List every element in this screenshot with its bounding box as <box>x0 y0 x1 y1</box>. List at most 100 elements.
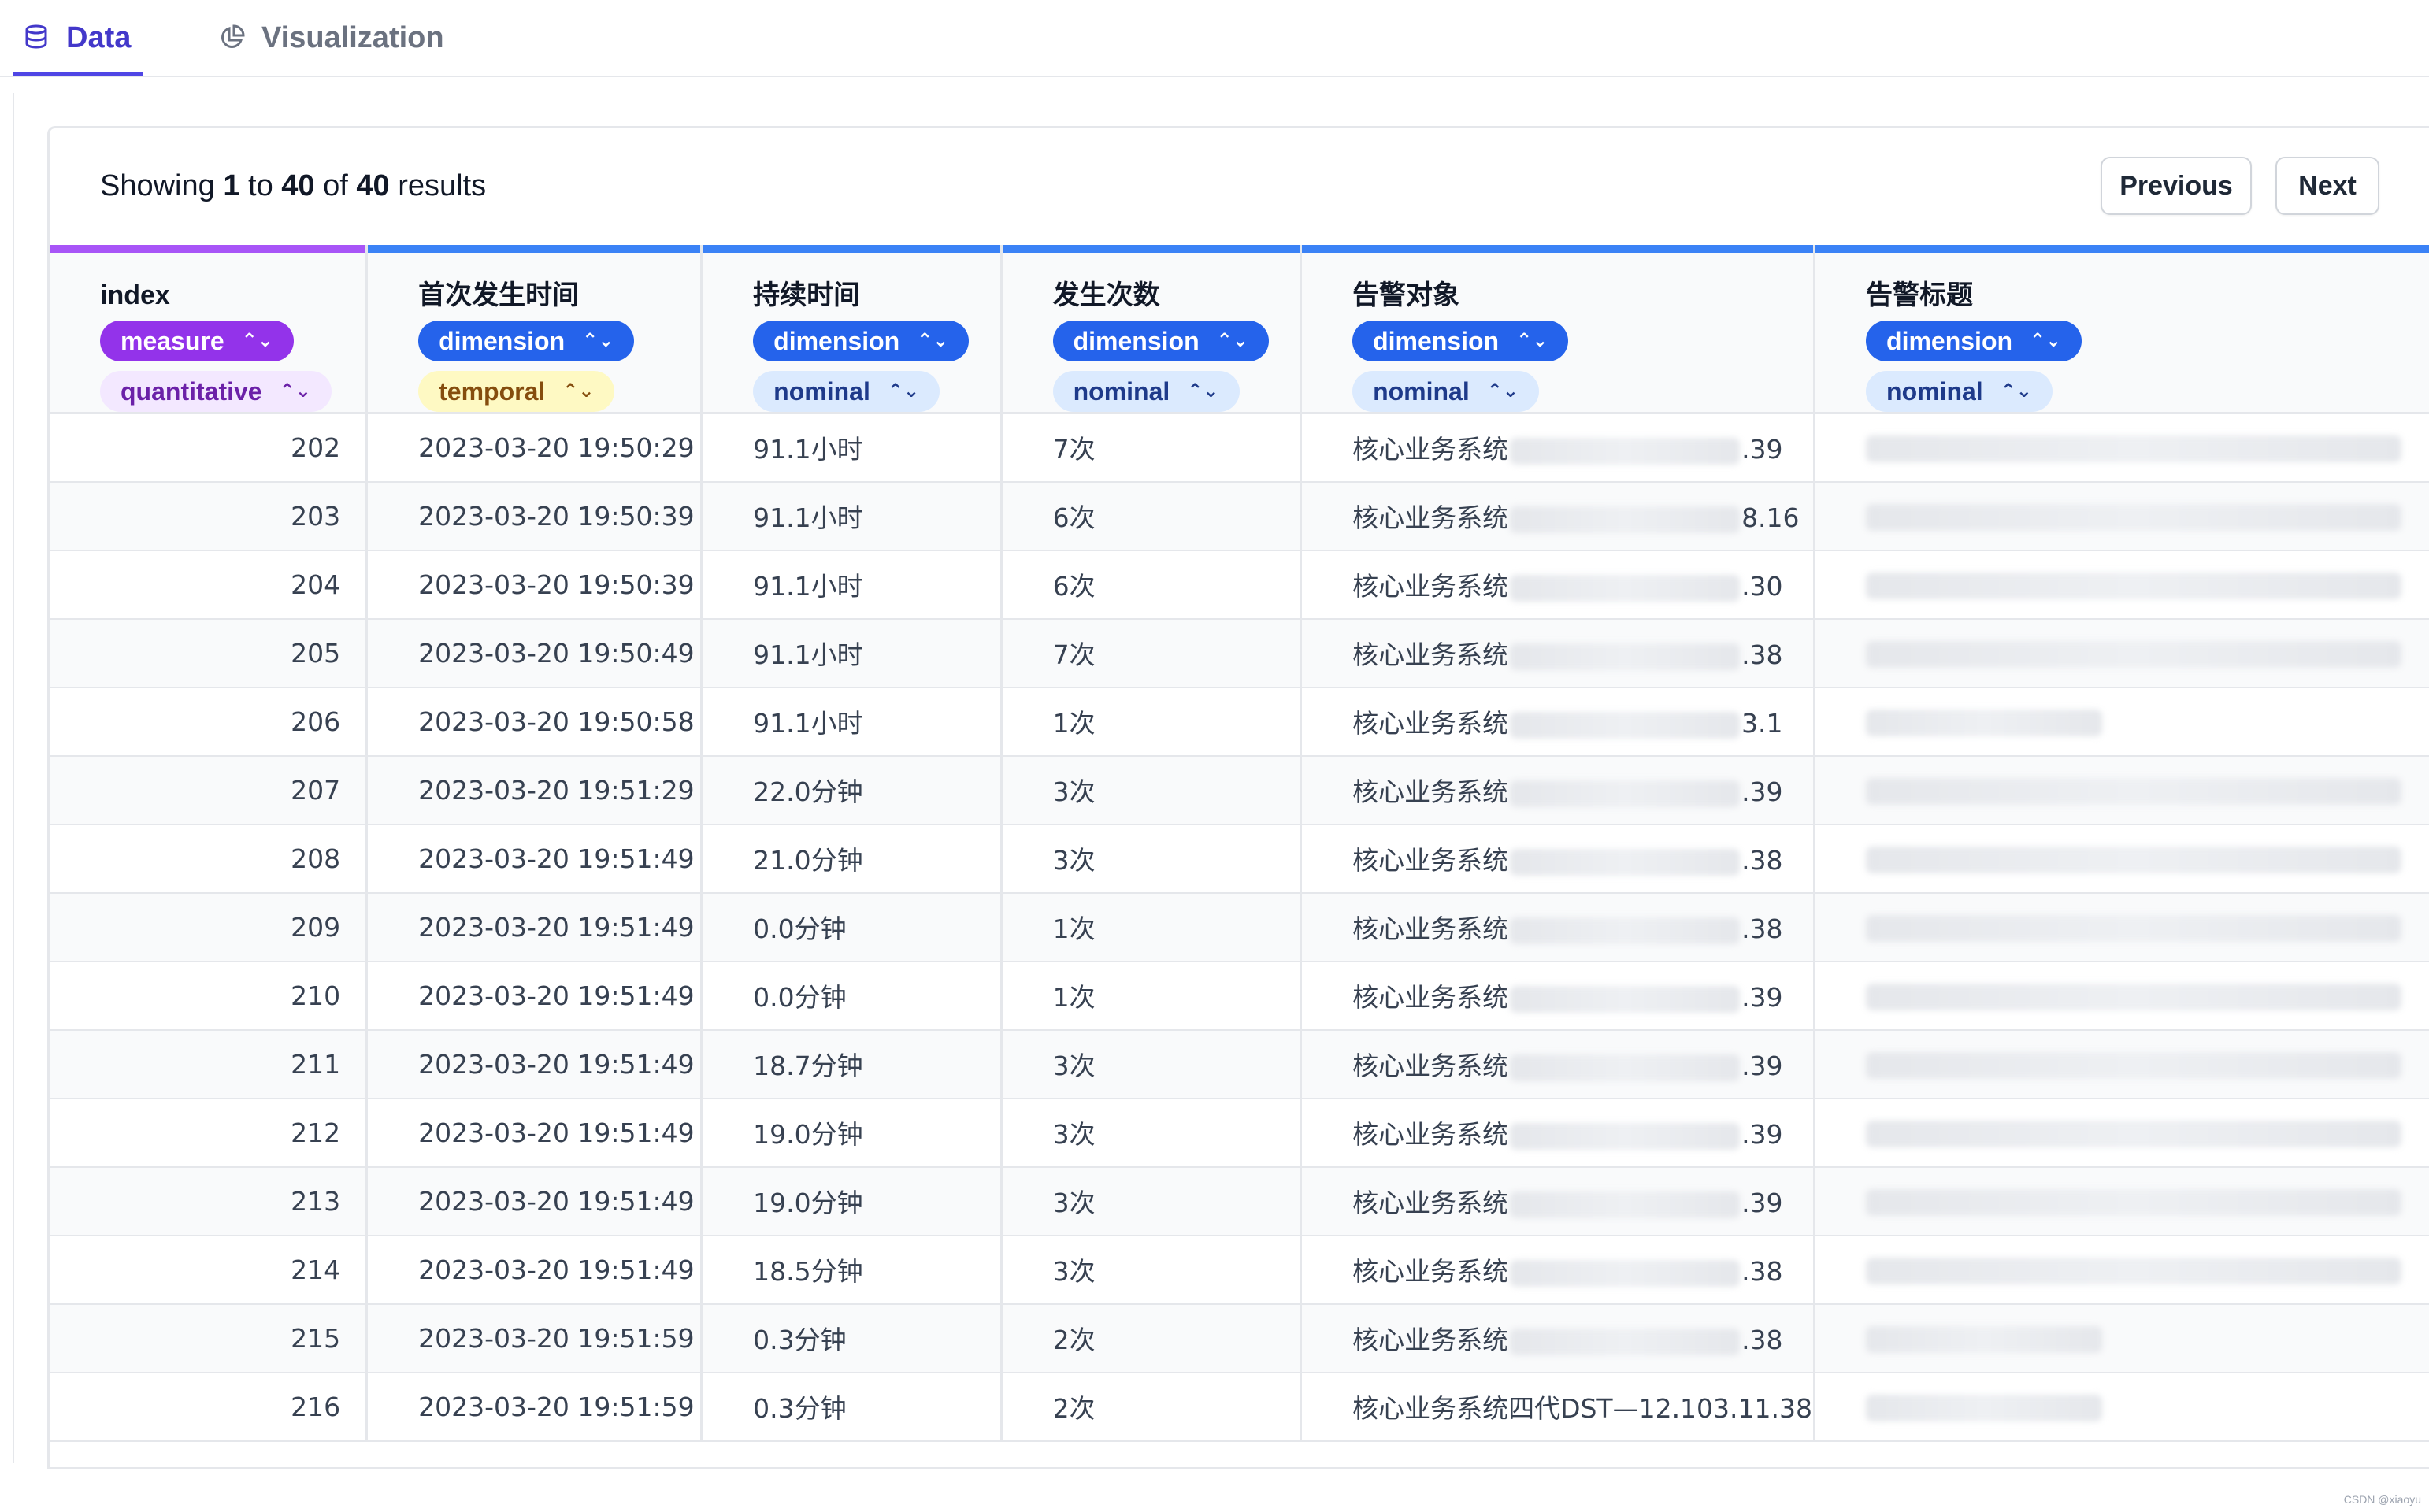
cell-alert-title <box>1814 1166 2429 1236</box>
tab-data[interactable]: Data <box>22 0 131 76</box>
redacted-text <box>1866 504 2402 531</box>
column-name: 告警标题 <box>1866 280 1974 310</box>
column-name: 首次发生时间 <box>418 280 580 310</box>
cell-duration: 0.0分钟 <box>701 961 1003 1031</box>
role-label: dimension <box>1373 326 1500 355</box>
redacted-text <box>1510 780 1741 807</box>
redacted-text <box>1866 1258 2402 1284</box>
cell-alert-object: 核心业务系统 .38 <box>1300 618 1816 688</box>
table-row: 210 2023-03-20 19:51:49 0.0分钟 1次 核心业务系统 .39 <box>50 961 2429 1031</box>
summary-total: 40 <box>356 169 390 202</box>
redacted-text <box>1866 1189 2402 1216</box>
cell-count: 7次 <box>1001 413 1303 483</box>
column-color-bar <box>1002 245 1300 253</box>
cell-alert-object: 核心业务系统 .39 <box>1300 1098 1816 1168</box>
redacted-text <box>1866 915 2402 942</box>
cell-first-time: 2023-03-20 19:50:39 <box>366 481 703 551</box>
cell-index: 210 <box>50 961 369 1031</box>
cell-first-time: 2023-03-20 19:50:58 <box>366 687 703 757</box>
cell-count: 3次 <box>1001 1098 1303 1168</box>
role-selector[interactable]: dimension ⌃⌄ <box>753 321 970 361</box>
cell-alert-title <box>1814 413 2429 483</box>
alert-object-prefix: 核心业务系统四代DST—12.103.11 <box>1352 1393 1771 1424</box>
cell-alert-title <box>1814 1235 2429 1305</box>
cell-duration: 0.0分钟 <box>701 892 1003 962</box>
table-header-row: index measure ⌃⌄ quantitative ⌃⌄ 首次发生时间 di… <box>50 245 2429 414</box>
type-selector[interactable]: temporal ⌃⌄ <box>418 371 615 412</box>
redacted-text <box>1866 1326 2103 1353</box>
tab-visualization[interactable]: Visualization <box>217 0 444 76</box>
type-selector[interactable]: nominal ⌃⌄ <box>1866 371 2053 412</box>
table-row: 204 2023-03-20 19:50:39 91.1小时 6次 核心业务系统 .30 <box>50 550 2429 620</box>
summary-prefix: Showing <box>100 169 215 202</box>
alert-object-suffix: .39 <box>1741 1119 1783 1150</box>
column-header-first-time: 首次发生时间 dimension ⌃⌄ temporal ⌃⌄ <box>366 245 703 414</box>
cell-alert-object: 核心业务系统 .30 <box>1300 550 1816 620</box>
type-selector[interactable]: quantitative ⌃⌄ <box>100 371 332 412</box>
alert-object-prefix: 核心业务系统 <box>1352 502 1509 533</box>
table-row: 208 2023-03-20 19:51:49 21.0分钟 3次 核心业务系统 .38 <box>50 824 2429 894</box>
cell-duration: 21.0分钟 <box>701 824 1003 894</box>
alert-object-suffix: .38 <box>1741 914 1783 944</box>
table-row: 209 2023-03-20 19:51:49 0.0分钟 1次 核心业务系统 .38 <box>50 892 2429 962</box>
chevron-up-down-icon: ⌃⌄ <box>1216 330 1248 351</box>
table-row: 213 2023-03-20 19:51:49 19.0分钟 3次 核心业务系统 .39 <box>50 1166 2429 1236</box>
cell-index: 202 <box>50 413 369 483</box>
cell-first-time: 2023-03-20 19:51:49 <box>366 1029 703 1099</box>
cell-duration: 91.1小时 <box>701 550 1003 620</box>
redacted-text <box>1510 1328 1741 1355</box>
cell-alert-object: 核心业务系统四代DST—12.103.11.38 <box>1300 1372 1816 1442</box>
cell-duration: 91.1小时 <box>701 687 1003 757</box>
active-tab-indicator <box>13 72 143 76</box>
redacted-text <box>1510 985 1741 1013</box>
column-header-duration: 持续时间 dimension ⌃⌄ nominal ⌃⌄ <box>701 245 1003 414</box>
chevron-up-down-icon: ⌃⌄ <box>917 330 949 351</box>
alert-object-suffix: .39 <box>1741 1188 1783 1218</box>
role-label: dimension <box>439 326 566 355</box>
cell-first-time: 2023-03-20 19:50:39 <box>366 550 703 620</box>
role-selector[interactable]: dimension ⌃⌄ <box>1052 321 1269 361</box>
cell-first-time: 2023-03-20 19:51:49 <box>366 824 703 894</box>
redacted-text <box>1510 1122 1741 1150</box>
alert-object-suffix: .38 <box>1741 639 1783 670</box>
redacted-text <box>1510 643 1741 670</box>
redacted-text <box>1866 435 2402 463</box>
alert-object-prefix: 核心业务系统 <box>1352 982 1509 1013</box>
cell-first-time: 2023-03-20 19:51:49 <box>366 961 703 1031</box>
cell-first-time: 2023-03-20 19:51:49 <box>366 1098 703 1168</box>
pie-chart-icon <box>221 24 245 48</box>
role-label: dimension <box>1886 326 2013 355</box>
role-selector[interactable]: dimension ⌃⌄ <box>1352 321 1569 361</box>
role-selector[interactable]: dimension ⌃⌄ <box>1866 321 2082 361</box>
type-selector[interactable]: nominal ⌃⌄ <box>1052 371 1240 412</box>
cell-alert-title <box>1814 755 2429 825</box>
type-selector[interactable]: nominal ⌃⌄ <box>1352 371 1539 412</box>
column-header-count: 发生次数 dimension ⌃⌄ nominal ⌃⌄ <box>1001 245 1303 414</box>
table-row: 214 2023-03-20 19:51:49 18.5分钟 3次 核心业务系统 .38 <box>50 1235 2429 1305</box>
type-selector[interactable]: nominal ⌃⌄ <box>753 371 940 412</box>
role-selector[interactable]: dimension ⌃⌄ <box>418 321 635 361</box>
alert-object-prefix: 核心业务系统 <box>1352 1051 1509 1081</box>
cell-alert-object: 核心业务系统 .38 <box>1300 892 1816 962</box>
redacted-text <box>1866 1052 2402 1079</box>
table-row: 211 2023-03-20 19:51:49 18.7分钟 3次 核心业务系统 .39 <box>50 1029 2429 1099</box>
alert-object-suffix: .39 <box>1741 776 1783 807</box>
alert-object-prefix: 核心业务系统 <box>1352 708 1509 739</box>
next-button[interactable]: Next <box>2275 157 2379 215</box>
cell-count: 3次 <box>1001 1166 1303 1236</box>
type-label: nominal <box>1373 376 1470 406</box>
summary-of-word: of <box>323 169 348 202</box>
cell-index: 214 <box>50 1235 369 1305</box>
cell-index: 215 <box>50 1303 369 1373</box>
cell-alert-object: 核心业务系统 .38 <box>1300 1235 1816 1305</box>
cell-count: 1次 <box>1001 892 1303 962</box>
cell-duration: 19.0分钟 <box>701 1166 1003 1236</box>
table-row: 202 2023-03-20 19:50:29 91.1小时 7次 核心业务系统 .39 <box>50 413 2429 483</box>
cell-alert-object: 核心业务系统 .38 <box>1300 1303 1816 1373</box>
role-selector[interactable]: measure ⌃⌄ <box>100 321 294 361</box>
cell-first-time: 2023-03-20 19:50:29 <box>366 413 703 483</box>
cell-alert-title <box>1814 824 2429 894</box>
tab-bar: Data Visualization <box>0 0 2429 77</box>
previous-button[interactable]: Previous <box>2101 157 2252 215</box>
cell-alert-title <box>1814 1372 2429 1442</box>
